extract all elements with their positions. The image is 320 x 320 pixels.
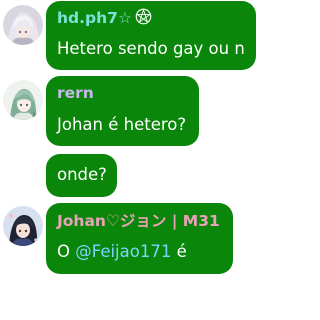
user-mention[interactable]: @Feijao171 (75, 242, 171, 261)
message-author[interactable]: hd.ph7☆ (57, 8, 152, 30)
message-bubble[interactable]: rern Johan é hetero? (46, 76, 199, 146)
white-haired-anime-avatar (3, 5, 43, 45)
pentagram-icon (135, 8, 152, 30)
message-text: onde? (57, 165, 107, 184)
message-bubble[interactable]: onde? (46, 154, 117, 197)
avatar[interactable] (3, 5, 43, 45)
message-bubble[interactable]: hd.ph7☆ Hetero sendo gay ou n (46, 1, 256, 70)
message-author[interactable]: Johan♡ジョン | M31 (57, 212, 220, 231)
dark-haired-anime-avatar (3, 206, 43, 246)
message-text: O @Feijao171 é (57, 242, 187, 261)
avatar[interactable] (3, 80, 43, 120)
message-text: Johan é hetero? (57, 115, 187, 134)
message-bubble[interactable]: Johan♡ジョン | M31 O @Feijao171 é (46, 203, 233, 274)
avatar[interactable] (3, 206, 43, 246)
green-haired-anime-avatar (3, 80, 43, 120)
message-author[interactable]: rern (57, 84, 94, 103)
message-text: Hetero sendo gay ou n (57, 39, 245, 58)
